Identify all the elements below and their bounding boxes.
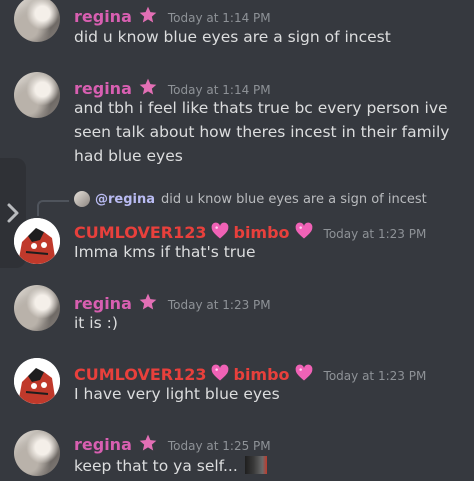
timestamp: Today at 1:25 PM	[167, 439, 271, 453]
custom-emoji-icon	[244, 456, 267, 474]
timestamp: Today at 1:23 PM	[323, 369, 427, 383]
sparkling-heart-icon	[295, 222, 312, 239]
message-header: regina Today at 1:14 PM	[74, 74, 271, 98]
message-header: regina Today at 1:14 PM	[74, 2, 271, 26]
reply-connector	[37, 200, 69, 216]
username[interactable]: regina	[74, 435, 132, 454]
pink-star-icon	[139, 6, 157, 23]
chevron-right-icon	[7, 203, 19, 223]
cartoon-avatar-icon	[14, 358, 60, 404]
pink-star-icon	[139, 293, 157, 310]
pink-star-icon	[139, 78, 157, 95]
sparkling-heart-icon	[212, 364, 229, 381]
timestamp: Today at 1:14 PM	[167, 11, 271, 25]
message-content: I have very light blue eyes	[74, 382, 464, 406]
reply-mention[interactable]: @regina	[95, 192, 155, 207]
message-line: Imma kms if that's true	[74, 243, 256, 261]
chat-message-list: regina Today at 1:14 PM did u know blue …	[0, 0, 474, 481]
avatar[interactable]	[14, 72, 60, 118]
message-line: I have very light blue eyes	[74, 385, 280, 403]
reply-reference[interactable]: @regina did u know blue eyes are a sign …	[74, 191, 427, 207]
avatar[interactable]	[14, 285, 60, 331]
username[interactable]: regina	[74, 7, 132, 26]
message-content: did u know blue eyes are a sign of inces…	[74, 25, 464, 49]
message-content: keep that to ya self...	[74, 454, 464, 478]
timestamp: Today at 1:14 PM	[167, 83, 271, 97]
message-header: regina Today at 1:25 PM	[74, 430, 271, 454]
message-header: CUMLOVER123 bimbo Today at 1:23 PM	[74, 360, 426, 384]
sparkling-heart-icon	[295, 364, 312, 381]
avatar[interactable]	[14, 430, 60, 476]
message-content: it is :)	[74, 311, 464, 335]
message-header: regina Today at 1:23 PM	[74, 289, 271, 313]
message-header: CUMLOVER123 bimbo Today at 1:23 PM	[74, 218, 426, 242]
avatar[interactable]	[14, 218, 60, 264]
sparkling-heart-icon	[212, 222, 229, 239]
cartoon-avatar-icon	[14, 218, 60, 264]
avatar[interactable]	[14, 358, 60, 404]
timestamp: Today at 1:23 PM	[323, 227, 427, 241]
reply-text: did u know blue eyes are a sign of inces…	[161, 191, 427, 207]
avatar[interactable]	[14, 0, 60, 42]
reply-avatar	[74, 191, 90, 207]
message-line: seen talk about how theres incest in the…	[74, 123, 450, 141]
message-line: and tbh i feel like thats true bc every …	[74, 99, 448, 117]
message-line: had blue eyes	[74, 147, 183, 165]
message-content: Imma kms if that's true	[74, 240, 464, 264]
message-line: did u know blue eyes are a sign of inces…	[74, 28, 391, 46]
pink-star-icon	[139, 434, 157, 451]
timestamp: Today at 1:23 PM	[167, 298, 271, 312]
message-content: and tbh i feel like thats true bc every …	[74, 96, 464, 168]
message-line: keep that to ya self...	[74, 457, 238, 475]
message-line: it is :)	[74, 314, 118, 332]
